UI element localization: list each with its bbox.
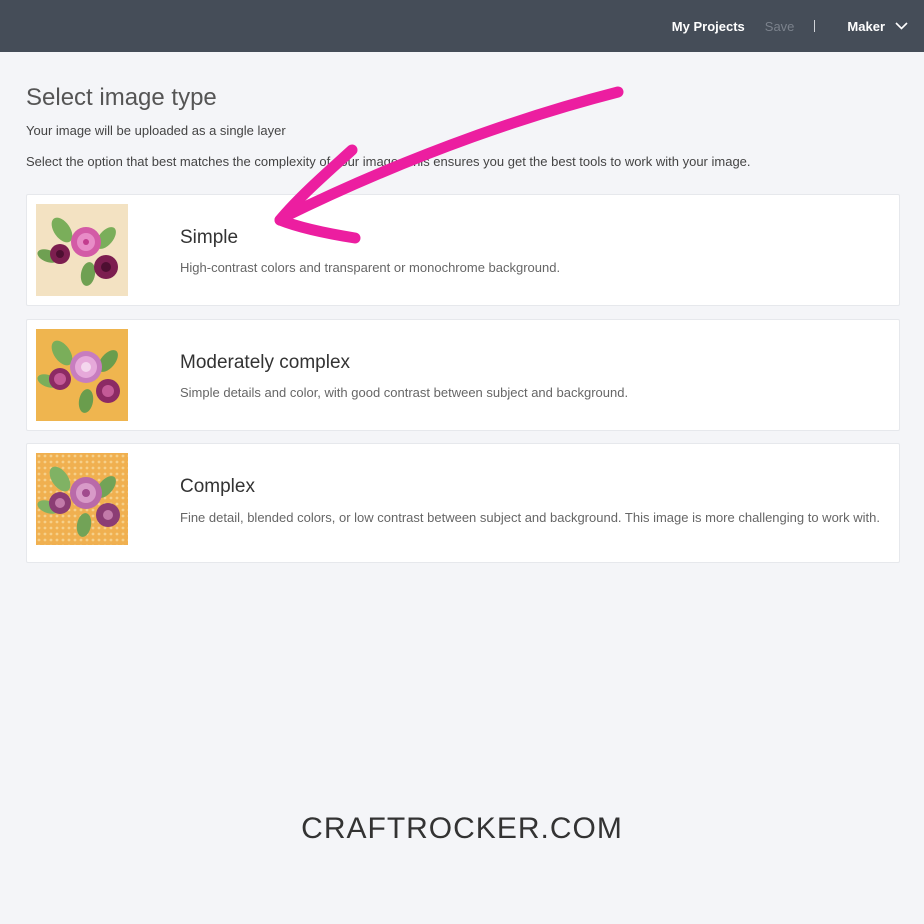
complex-thumbnail (36, 453, 128, 545)
maker-dropdown[interactable]: Maker (847, 19, 908, 34)
option-complex-title: Complex (180, 476, 255, 497)
option-complex[interactable]: Complex Fine detail, blended colors, or … (26, 443, 900, 563)
watermark: CRAFTROCKER.COM (301, 812, 623, 845)
option-simple-title: Simple (180, 227, 239, 248)
option-simple-description: High-contrast colors and transparent or … (180, 260, 561, 275)
upload-layer-note: Your image will be uploaded as a single … (26, 123, 286, 138)
top-bar: My Projects Save Maker (0, 0, 924, 52)
page-title: Select image type (26, 84, 217, 111)
maker-label: Maker (847, 18, 885, 34)
instructions-text: Select the option that best matches the … (26, 154, 751, 169)
option-complex-description: Fine detail, blended colors, or low cont… (180, 510, 880, 525)
option-simple[interactable]: Simple High-contrast colors and transpar… (26, 194, 900, 306)
option-moderately-complex[interactable]: Moderately complex Simple details and co… (26, 319, 900, 431)
save-button[interactable]: Save (765, 19, 795, 34)
option-moderately-complex-title: Moderately complex (180, 352, 351, 373)
option-moderately-complex-description: Simple details and color, with good cont… (180, 385, 629, 400)
moderately-complex-thumbnail (36, 329, 128, 421)
simple-thumbnail (36, 204, 128, 296)
my-projects-link[interactable]: My Projects (672, 19, 745, 34)
chevron-down-icon (895, 22, 908, 30)
header-divider (814, 20, 816, 32)
